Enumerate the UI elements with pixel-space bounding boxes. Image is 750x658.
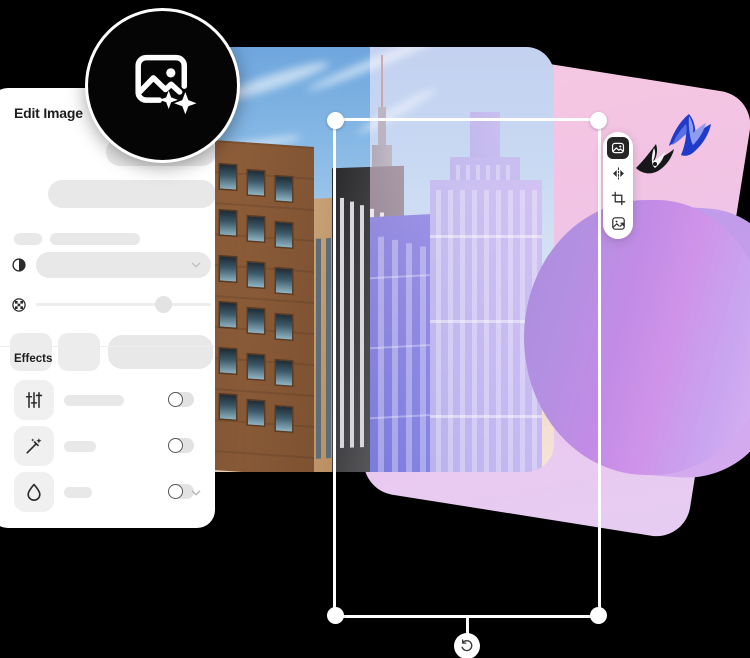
selection-frame[interactable] bbox=[327, 112, 607, 658]
opacity-slider-track[interactable] bbox=[36, 303, 211, 306]
preset-button-1[interactable] bbox=[10, 333, 52, 371]
skeleton-chip bbox=[14, 233, 42, 245]
effects-section-title: Effects bbox=[14, 353, 53, 365]
toolbar-button-crop[interactable] bbox=[607, 187, 629, 209]
chevron-down-icon[interactable] bbox=[190, 486, 202, 504]
image-sparkle-icon bbox=[134, 54, 197, 114]
page-title: Edit Image bbox=[14, 105, 83, 121]
effects-row-enhance[interactable] bbox=[14, 426, 204, 470]
checkerboard-icon bbox=[10, 296, 28, 314]
image-edit-badge[interactable] bbox=[85, 8, 240, 163]
crop-icon bbox=[611, 191, 625, 205]
resize-handle-top-left[interactable] bbox=[327, 112, 344, 129]
sliders-icon bbox=[14, 380, 54, 420]
antenna bbox=[381, 55, 383, 113]
opacity-slider-knob[interactable] bbox=[155, 296, 172, 313]
resize-handle-bottom-left[interactable] bbox=[327, 607, 344, 624]
magic-wand-icon bbox=[14, 426, 54, 466]
preset-bar[interactable] bbox=[108, 335, 213, 369]
effects-row-adjust[interactable] bbox=[14, 380, 204, 424]
bird-blue bbox=[668, 110, 712, 167]
effect-label bbox=[64, 441, 96, 452]
canvas-stage: Edit Image Effects bbox=[0, 0, 750, 658]
skeleton-bar bbox=[48, 180, 215, 208]
toolbar-button-image-export[interactable] bbox=[607, 212, 629, 234]
dropdown-field[interactable] bbox=[36, 252, 211, 278]
image-export-icon bbox=[611, 216, 625, 230]
toolbar-button-image[interactable] bbox=[607, 137, 629, 159]
droplet-icon bbox=[14, 472, 54, 512]
preset-button-2[interactable] bbox=[58, 333, 100, 371]
effect-toggle[interactable] bbox=[168, 438, 194, 453]
effects-row-blur[interactable] bbox=[14, 472, 204, 516]
flip-horizontal-icon bbox=[612, 166, 624, 180]
resize-handle-bottom-right[interactable] bbox=[590, 607, 607, 624]
skeleton-bar bbox=[50, 233, 140, 245]
resize-handle-top-right[interactable] bbox=[590, 112, 607, 129]
panel-divider bbox=[0, 346, 215, 347]
effect-label bbox=[64, 487, 92, 498]
effect-toggle[interactable] bbox=[168, 392, 194, 407]
rotate-handle[interactable] bbox=[454, 633, 480, 658]
image-icon bbox=[611, 142, 625, 154]
effect-label bbox=[64, 395, 124, 406]
rotate-ccw-icon bbox=[461, 639, 473, 652]
contrast-icon bbox=[10, 256, 28, 274]
floating-toolbar[interactable] bbox=[603, 132, 633, 239]
chevron-down-icon bbox=[190, 258, 202, 276]
toolbar-button-flip-horizontal[interactable] bbox=[607, 162, 629, 184]
